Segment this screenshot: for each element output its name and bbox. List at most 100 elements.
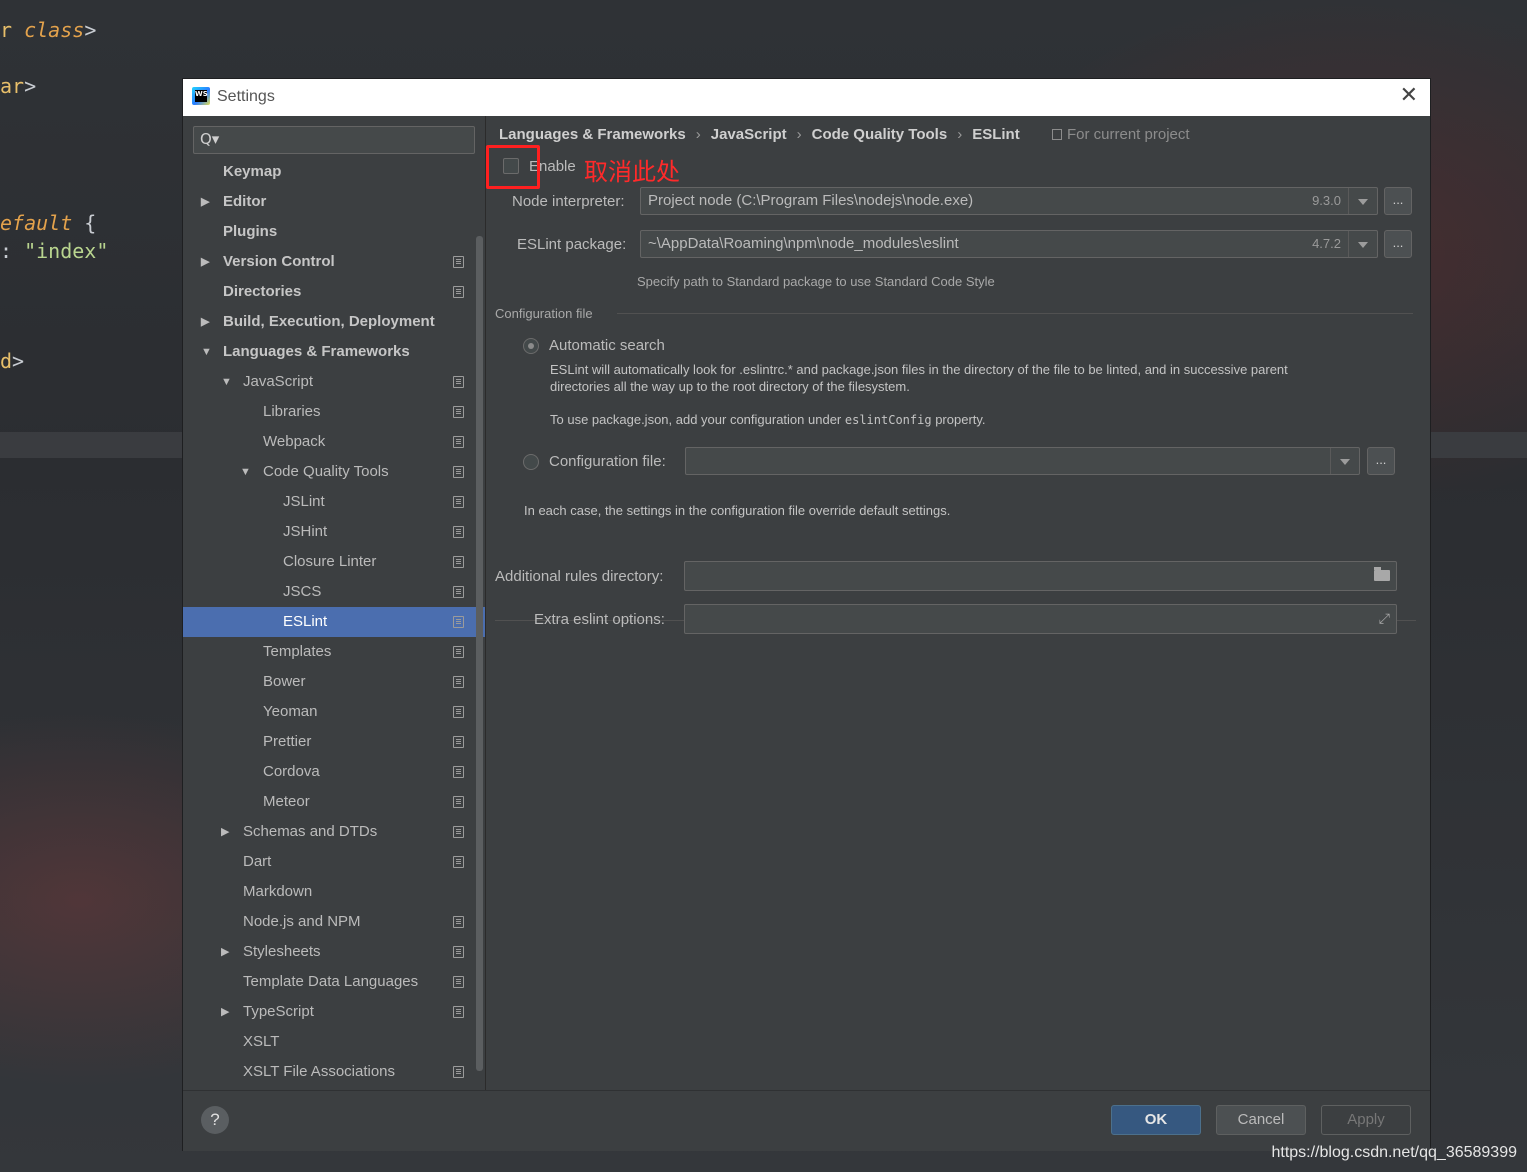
- tree-item[interactable]: XSLT: [183, 1027, 485, 1057]
- tree-item[interactable]: Dart: [183, 847, 485, 877]
- search-input[interactable]: Q▾: [193, 126, 475, 154]
- annotation-highlight-box: [486, 145, 540, 189]
- configuration-file-section-title: Configuration file: [495, 306, 593, 321]
- configuration-file-browse-button[interactable]: ...: [1367, 447, 1395, 475]
- tree-item-label: XSLT File Associations: [243, 1063, 396, 1080]
- tree-item-label: TypeScript: [243, 1003, 314, 1020]
- configuration-file-select[interactable]: [685, 447, 1360, 475]
- tree-item[interactable]: Directories: [183, 277, 485, 307]
- tree-item-label: Prettier: [263, 733, 312, 750]
- section-divider: [617, 313, 1413, 314]
- chevron-down-icon[interactable]: ▼: [201, 337, 212, 367]
- chevron-down-icon[interactable]: ▼: [240, 457, 251, 487]
- tree-item[interactable]: Webpack: [183, 427, 485, 457]
- title-bar[interactable]: Settings ✕: [183, 79, 1430, 116]
- ok-button[interactable]: OK: [1111, 1105, 1201, 1135]
- automatic-search-label[interactable]: Automatic search: [549, 337, 665, 354]
- project-scope-icon: [453, 466, 464, 478]
- for-current-project-label: For current project: [1067, 126, 1190, 143]
- eslint-package-select[interactable]: ~\AppData\Roaming\npm\node_modules\eslin…: [640, 230, 1378, 258]
- project-scope-icon: [453, 376, 464, 388]
- project-scope-icon: [453, 706, 464, 718]
- code-line: r class>: [0, 18, 97, 42]
- tree-scrollbar[interactable]: [476, 236, 483, 1071]
- tree-item[interactable]: ▼ JavaScript: [183, 367, 485, 397]
- tree-item-label: ESLint: [283, 613, 328, 630]
- node-interpreter-browse-button[interactable]: ...: [1384, 187, 1412, 215]
- tree-item[interactable]: ▶ Version Control: [183, 247, 485, 277]
- chevron-right-icon[interactable]: ▶: [221, 937, 229, 967]
- tree-item[interactable]: Closure Linter: [183, 547, 485, 577]
- tree-item[interactable]: ▼ Languages & Frameworks: [183, 337, 485, 367]
- expand-icon[interactable]: ⤢: [1379, 611, 1390, 625]
- tree-item[interactable]: Prettier: [183, 727, 485, 757]
- tree-item[interactable]: Template Data Languages: [183, 967, 485, 997]
- chevron-right-icon[interactable]: ▶: [201, 247, 209, 277]
- additional-rules-input[interactable]: [684, 561, 1397, 591]
- tree-item[interactable]: Yeoman: [183, 697, 485, 727]
- apply-button[interactable]: Apply: [1321, 1105, 1411, 1135]
- tree-item[interactable]: ▼ Code Quality Tools: [183, 457, 485, 487]
- eslint-package-browse-button[interactable]: ...: [1384, 230, 1412, 258]
- chevron-down-icon[interactable]: ▼: [221, 367, 232, 397]
- tree-item[interactable]: ▶ Build, Execution, Deployment: [183, 307, 485, 337]
- tree-item[interactable]: Cordova: [183, 757, 485, 787]
- watermark: https://blog.csdn.net/qq_36589399: [1271, 1144, 1517, 1161]
- tree-item-label: JavaScript: [243, 373, 314, 390]
- tree-item[interactable]: Bower: [183, 667, 485, 697]
- project-scope-icon: [453, 406, 464, 418]
- project-scope-icon: [453, 256, 464, 268]
- project-scope-icon: [453, 526, 464, 538]
- node-interpreter-select[interactable]: Project node (C:\Program Files\nodejs\no…: [640, 187, 1378, 215]
- tree-item[interactable]: Node.js and NPM: [183, 907, 485, 937]
- tree-item[interactable]: JSCS: [183, 577, 485, 607]
- extra-options-input[interactable]: ⤢: [684, 604, 1397, 634]
- folder-icon[interactable]: [1374, 567, 1390, 581]
- close-icon[interactable]: ✕: [1400, 85, 1418, 107]
- automatic-search-radio[interactable]: [523, 338, 539, 354]
- help-button[interactable]: ?: [201, 1106, 229, 1134]
- tree-item[interactable]: ESLint: [183, 607, 485, 637]
- tree-item-label: Code Quality Tools: [263, 463, 389, 480]
- eslint-package-label: ESLint package:: [517, 236, 627, 253]
- node-interpreter-label: Node interpreter:: [512, 193, 625, 210]
- tree-item[interactable]: Meteor: [183, 787, 485, 817]
- chevron-right-icon[interactable]: ▶: [221, 817, 229, 847]
- tree-item-label: Meteor: [263, 793, 310, 810]
- tree-item-label: Libraries: [263, 403, 321, 420]
- tree-item-label: Node.js and NPM: [243, 913, 361, 930]
- tree-item[interactable]: XSLT File Associations: [183, 1057, 485, 1087]
- tree-item[interactable]: Markdown: [183, 877, 485, 907]
- chevron-right-icon[interactable]: ▶: [201, 307, 209, 337]
- chevron-down-icon[interactable]: [1330, 448, 1359, 474]
- tree-item[interactable]: Plugins: [183, 217, 485, 247]
- tree-item-label: Yeoman: [263, 703, 318, 720]
- tree-item[interactable]: Templates: [183, 637, 485, 667]
- tree-item-label: JSHint: [283, 523, 328, 540]
- chevron-down-icon[interactable]: [1348, 231, 1377, 257]
- tree-item[interactable]: ▶ Stylesheets: [183, 937, 485, 967]
- tree-item[interactable]: ▶ Editor: [183, 187, 485, 217]
- tree-item[interactable]: ▶ TypeScript: [183, 997, 485, 1027]
- chevron-down-icon[interactable]: [1348, 188, 1377, 214]
- project-scope-icon: [453, 496, 464, 508]
- configuration-file-label[interactable]: Configuration file:: [549, 453, 666, 470]
- tree-item-label: Dart: [243, 853, 272, 870]
- chevron-right-icon[interactable]: ▶: [201, 187, 209, 217]
- tree-item[interactable]: JSHint: [183, 517, 485, 547]
- tree-item-label: Webpack: [263, 433, 326, 450]
- chevron-right-icon[interactable]: ▶: [221, 997, 229, 1027]
- automatic-search-description: directories all the way up to the root d…: [550, 379, 910, 394]
- tree-item[interactable]: ▶ Schemas and DTDs: [183, 817, 485, 847]
- dialog-footer: ? OK Cancel Apply: [183, 1090, 1430, 1151]
- project-scope-icon: [453, 736, 464, 748]
- project-scope-icon: [1052, 129, 1062, 140]
- cancel-button[interactable]: Cancel: [1216, 1105, 1306, 1135]
- configuration-file-radio[interactable]: [523, 454, 539, 470]
- tree-item[interactable]: JSLint: [183, 487, 485, 517]
- webstorm-logo-icon: [192, 87, 210, 105]
- tree-item[interactable]: Libraries: [183, 397, 485, 427]
- eslint-version: 4.7.2: [1312, 236, 1341, 251]
- breadcrumb-separator: ›: [796, 126, 802, 143]
- tree-item[interactable]: Keymap: [183, 157, 485, 187]
